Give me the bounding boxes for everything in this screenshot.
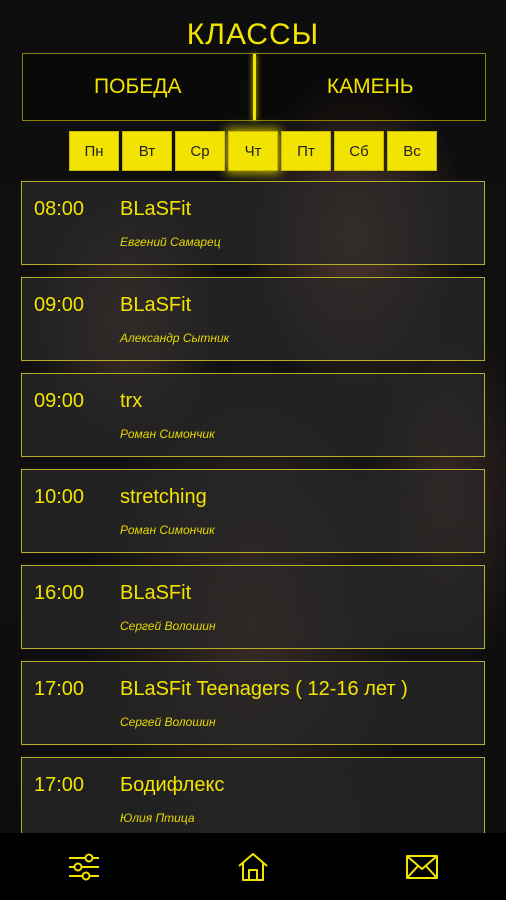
day-selector: Пн Вт Ср Чт Пт Сб Вс — [69, 131, 437, 171]
class-coach: Роман Симончик — [120, 523, 215, 537]
class-card[interactable]: 17:00 Бодифлекс Юлия Птица — [21, 757, 485, 841]
day-sat[interactable]: Сб — [334, 131, 384, 171]
class-card[interactable]: 10:00 stretching Роман Симончик — [21, 469, 485, 553]
class-time: 16:00 — [34, 582, 85, 604]
class-card[interactable]: 08:00 BLaSFit Евгений Самарец — [21, 181, 485, 265]
class-coach: Евгений Самарец — [120, 235, 221, 249]
class-card[interactable]: 16:00 BLaSFit Сергей Волошин — [21, 565, 485, 649]
tab-location-kamen[interactable]: КАМЕНЬ — [256, 54, 486, 120]
class-name: BLaSFit — [120, 582, 192, 604]
nav-mail-button[interactable] — [392, 842, 452, 892]
tab-location-pobeda[interactable]: ПОБЕДА — [23, 54, 253, 120]
page-title: КЛАССЫ — [186, 18, 320, 51]
class-name: BLaSFit — [120, 198, 192, 220]
class-name: stretching — [120, 486, 207, 508]
class-time: 09:00 — [34, 294, 85, 316]
class-time: 08:00 — [34, 198, 85, 220]
class-card[interactable]: 09:00 BLaSFit Александр Сытник — [21, 277, 485, 361]
mail-icon — [405, 854, 438, 879]
location-tabs: ПОБЕДА КАМЕНЬ — [22, 53, 486, 121]
class-name: BLaSFit — [120, 294, 192, 316]
class-coach: Сергей Волошин — [120, 619, 216, 633]
class-card[interactable]: 17:00 BLaSFit Teenagers ( 12-16 лет ) Се… — [21, 661, 485, 745]
class-coach: Юлия Птица — [120, 811, 195, 825]
class-card[interactable]: 09:00 trx Роман Симончик — [21, 373, 485, 457]
class-name: Бодифлекс — [120, 774, 225, 796]
class-coach: Сергей Волошин — [120, 715, 216, 729]
day-wed[interactable]: Ср — [175, 131, 225, 171]
filter-icon — [69, 853, 100, 880]
day-thu[interactable]: Чт — [228, 131, 278, 171]
day-fri[interactable]: Пт — [281, 131, 331, 171]
class-coach: Александр Сытник — [120, 331, 230, 345]
day-mon[interactable]: Пн — [69, 131, 119, 171]
home-icon — [238, 852, 268, 881]
nav-home-button[interactable] — [223, 842, 283, 892]
day-sun[interactable]: Вс — [387, 131, 437, 171]
class-time: 10:00 — [34, 486, 85, 508]
class-coach: Роман Симончик — [120, 427, 215, 441]
class-name: BLaSFit Teenagers ( 12-16 лет ) — [120, 678, 408, 700]
day-tue[interactable]: Вт — [122, 131, 172, 171]
nav-filter-button[interactable] — [54, 842, 114, 892]
class-time: 17:00 — [34, 678, 85, 700]
class-time: 17:00 — [34, 774, 85, 796]
class-time: 09:00 — [34, 390, 85, 412]
class-name: trx — [120, 390, 143, 412]
bottom-nav — [0, 833, 506, 900]
